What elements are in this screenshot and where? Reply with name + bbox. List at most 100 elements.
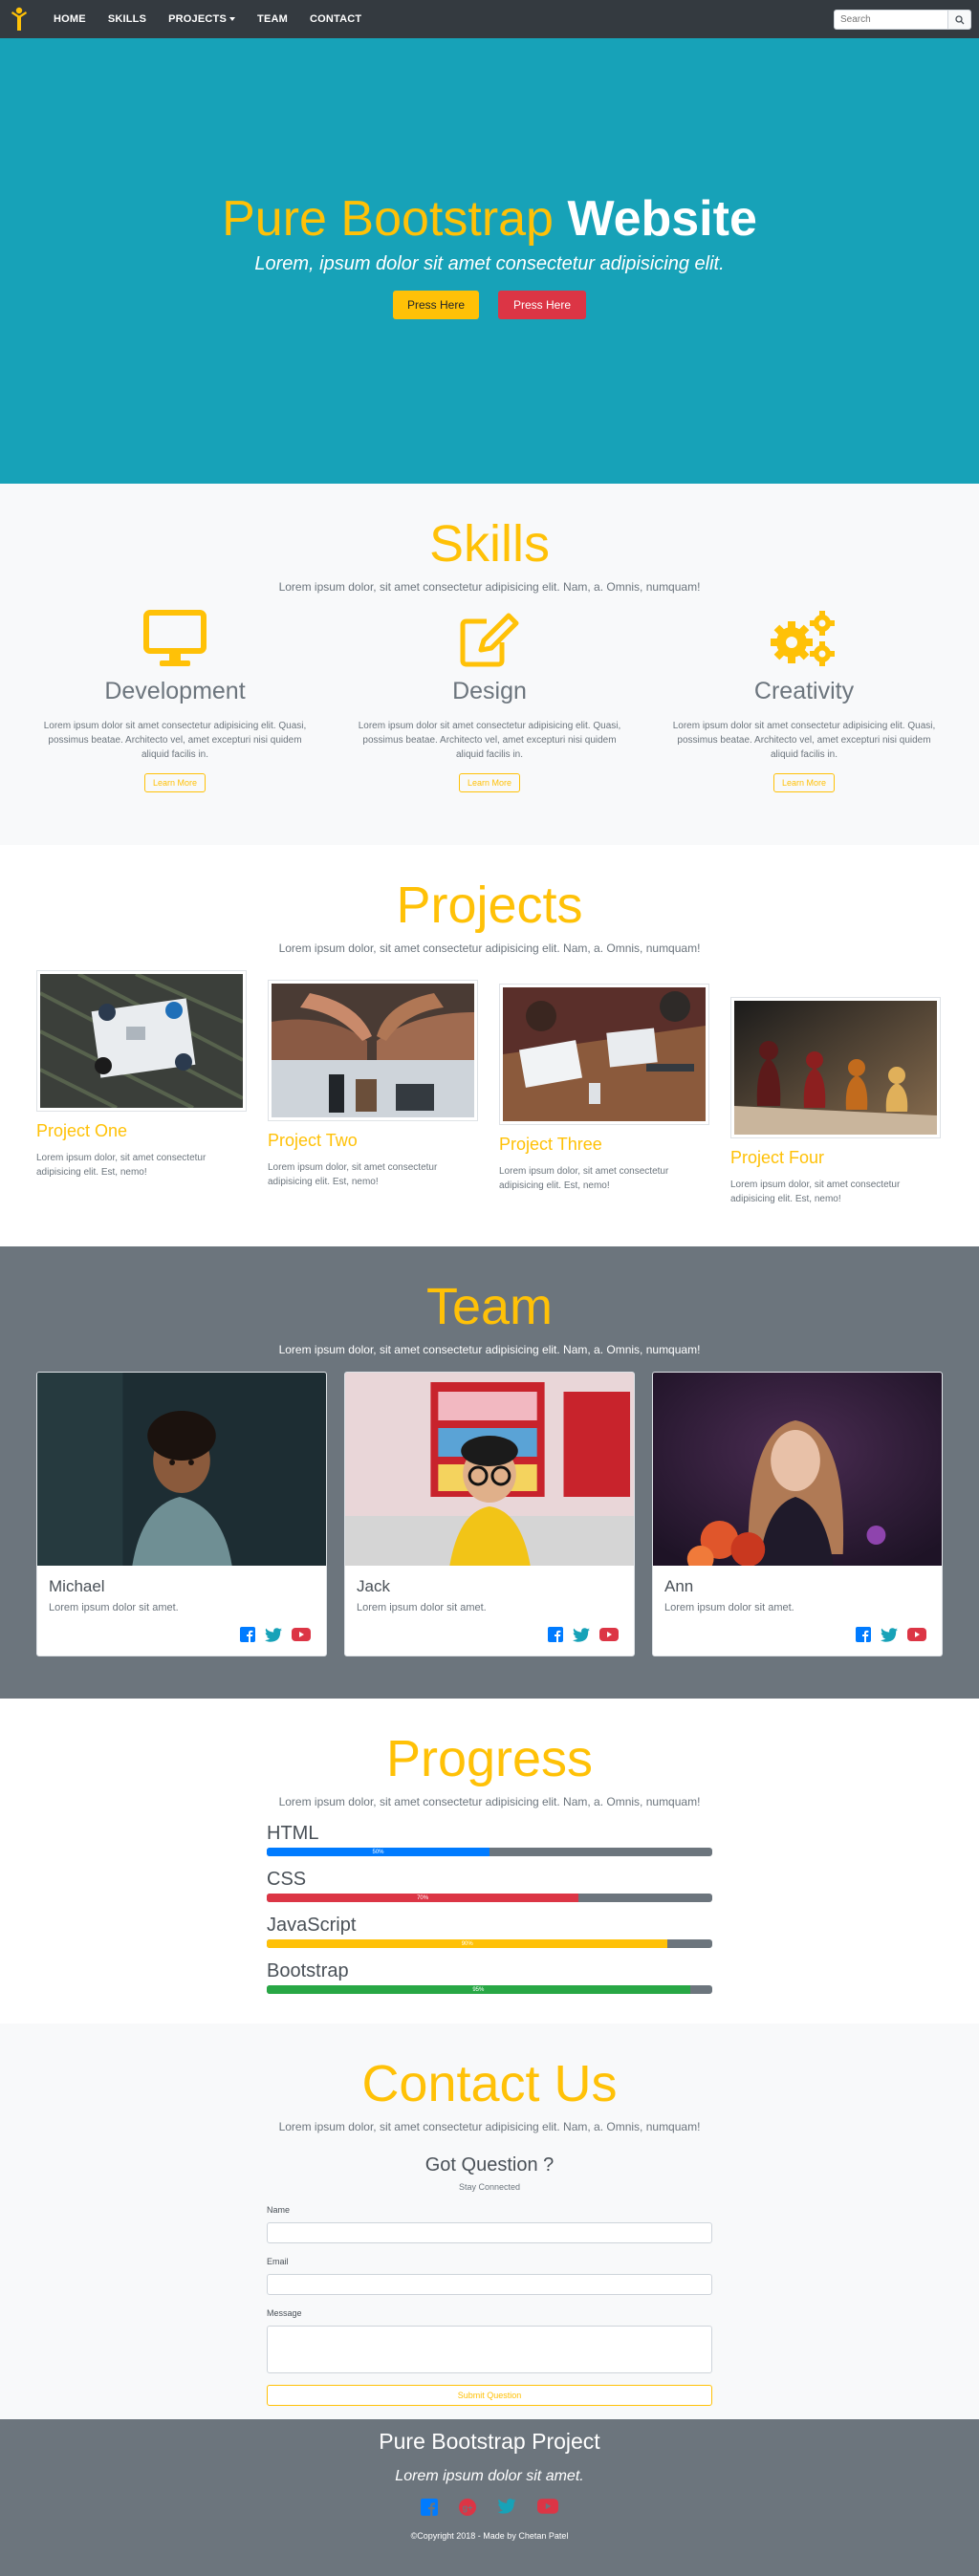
twitter-icon[interactable] bbox=[497, 2499, 516, 2514]
copyright: ©Copyright 2018 - Made by Chetan Patel bbox=[410, 2531, 569, 2541]
google-plus-icon[interactable]: g+ bbox=[459, 2499, 476, 2516]
contact-section: Contact Us Lorem ipsum dolor, sit amet c… bbox=[0, 2024, 979, 2419]
team-card: Michael Lorem ipsum dolor sit amet. bbox=[36, 1372, 327, 1657]
team-title: Team bbox=[425, 1278, 554, 1335]
team-photo bbox=[653, 1373, 942, 1567]
team-card-body: Ann Lorem ipsum dolor sit amet. bbox=[653, 1566, 942, 1656]
footer: Pure Bootstrap Project Lorem ipsum dolor… bbox=[0, 2419, 979, 2576]
skill-card: Design Lorem ipsum dolor sit amet consec… bbox=[351, 607, 628, 793]
progress-list: HTML 50% CSS 70% JavaScript 90% Bootstra… bbox=[267, 1824, 712, 1995]
team-socials bbox=[240, 1627, 311, 1643]
project-title: Project Four bbox=[730, 1148, 825, 1168]
hero-title: Pure Bootstrap Website bbox=[222, 194, 757, 244]
name-field[interactable] bbox=[267, 2222, 712, 2244]
learn-more-button[interactable]: Learn More bbox=[143, 773, 207, 793]
form-title: Got Question ? bbox=[424, 2154, 555, 2176]
twitter-icon[interactable] bbox=[881, 1628, 898, 1642]
hero-primary-button[interactable]: Press Here bbox=[392, 290, 479, 319]
footer-socials: g+ bbox=[0, 2499, 979, 2516]
footer-title: Pure Bootstrap Project bbox=[379, 2429, 600, 2454]
contact-subtitle: Lorem ipsum dolor, sit amet consectetur … bbox=[278, 2120, 701, 2134]
search-icon bbox=[954, 14, 964, 24]
project-image[interactable] bbox=[36, 970, 247, 1113]
message-field[interactable] bbox=[267, 2326, 712, 2374]
team-section: Team Lorem ipsum dolor, sit amet consect… bbox=[0, 1246, 979, 1699]
brand-logo-icon[interactable] bbox=[10, 6, 29, 32]
nav-skills[interactable]: SKILLS bbox=[108, 13, 146, 25]
skills-section: Skills Lorem ipsum dolor, sit amet conse… bbox=[0, 484, 979, 845]
progress-section: Progress Lorem ipsum dolor, sit amet con… bbox=[0, 1699, 979, 2024]
facebook-icon[interactable] bbox=[240, 1627, 255, 1643]
twitter-icon[interactable] bbox=[265, 1628, 282, 1642]
project-image[interactable] bbox=[268, 980, 478, 1122]
project-text: Lorem ipsum dolor, sit amet consectetur … bbox=[730, 1180, 901, 1205]
facebook-icon[interactable] bbox=[856, 1627, 871, 1643]
skills-row: Development Lorem ipsum dolor sit amet c… bbox=[0, 607, 979, 793]
progress-label: Bootstrap bbox=[267, 1960, 349, 1982]
youtube-icon[interactable] bbox=[599, 1628, 619, 1642]
team-member-text: Lorem ipsum dolor sit amet. bbox=[664, 1602, 794, 1614]
facebook-icon[interactable] bbox=[548, 1627, 563, 1643]
youtube-icon[interactable] bbox=[537, 2499, 558, 2514]
skill-title: Design bbox=[452, 678, 527, 705]
name-label: Name bbox=[267, 2205, 291, 2216]
youtube-icon[interactable] bbox=[907, 1628, 926, 1642]
nav-home[interactable]: HOME bbox=[54, 13, 86, 25]
progress-item: JavaScript 90% bbox=[267, 1916, 712, 1949]
nav-projects-dropdown[interactable]: PROJECTS bbox=[168, 13, 236, 25]
skill-text: Lorem ipsum dolor sit amet consectetur a… bbox=[672, 721, 936, 761]
skill-title: Development bbox=[104, 678, 246, 705]
project-title: Project Two bbox=[268, 1131, 358, 1151]
project-image[interactable] bbox=[730, 997, 941, 1139]
hero-title-light: Pure Bootstrap bbox=[222, 190, 554, 247]
contact-form: Got Question ? Stay Connected Name Email… bbox=[267, 2154, 712, 2407]
progress-fill: 50% bbox=[267, 1848, 490, 1857]
project-image[interactable] bbox=[499, 984, 709, 1126]
progress-item: Bootstrap 95% bbox=[267, 1960, 712, 1995]
nav-team[interactable]: TEAM bbox=[257, 13, 288, 25]
nav-projects-label: PROJECTS bbox=[168, 13, 228, 25]
progress-bar: 70% bbox=[267, 1894, 712, 1903]
project-text: Lorem ipsum dolor, sit amet consectetur … bbox=[268, 1162, 438, 1188]
search-button[interactable] bbox=[948, 10, 971, 30]
search-input[interactable] bbox=[834, 10, 948, 30]
message-label: Message bbox=[267, 2308, 302, 2319]
team-photo bbox=[345, 1373, 634, 1567]
hero-buttons: Press Here Press Here bbox=[392, 290, 587, 319]
progress-fill: 70% bbox=[267, 1894, 579, 1903]
learn-more-button[interactable]: Learn More bbox=[772, 773, 836, 793]
project-card: Project Three Lorem ipsum dolor, sit ame… bbox=[499, 984, 711, 1193]
email-field[interactable] bbox=[267, 2274, 712, 2296]
team-member-name: Ann bbox=[664, 1577, 694, 1596]
svg-text:g+: g+ bbox=[463, 2503, 473, 2513]
facebook-icon[interactable] bbox=[421, 2499, 438, 2516]
progress-fill: 95% bbox=[267, 1985, 690, 1995]
nav-links: HOME SKILLS PROJECTS TEAM CONTACT bbox=[54, 13, 383, 25]
progress-item: HTML 50% bbox=[267, 1824, 712, 1857]
cogs-icon bbox=[665, 607, 943, 672]
progress-bar: 90% bbox=[267, 1939, 712, 1949]
team-member-name: Jack bbox=[357, 1577, 390, 1596]
hero-secondary-button[interactable]: Press Here bbox=[498, 290, 587, 319]
project-card: Project Four Lorem ipsum dolor, sit amet… bbox=[730, 997, 943, 1206]
progress-fill: 90% bbox=[267, 1939, 668, 1949]
hero-title-bold: Website bbox=[567, 190, 757, 247]
skills-subtitle: Lorem ipsum dolor, sit amet consectetur … bbox=[278, 580, 701, 595]
projects-subtitle: Lorem ipsum dolor, sit amet consectetur … bbox=[278, 942, 701, 956]
learn-more-button[interactable]: Learn More bbox=[458, 773, 521, 793]
team-card-body: Michael Lorem ipsum dolor sit amet. bbox=[37, 1566, 326, 1656]
skill-card: Development Lorem ipsum dolor sit amet c… bbox=[36, 607, 314, 793]
team-row: Michael Lorem ipsum dolor sit amet. Jack… bbox=[0, 1372, 979, 1657]
team-subtitle: Lorem ipsum dolor, sit amet consectetur … bbox=[278, 1343, 701, 1357]
desktop-icon bbox=[36, 607, 314, 672]
email-label: Email bbox=[267, 2257, 289, 2267]
youtube-icon[interactable] bbox=[292, 1628, 311, 1642]
skill-text: Lorem ipsum dolor sit amet consectetur a… bbox=[358, 721, 621, 761]
caret-down-icon bbox=[229, 17, 236, 21]
twitter-icon[interactable] bbox=[573, 1628, 590, 1642]
submit-question-button[interactable]: Submit Question bbox=[267, 2385, 712, 2407]
form-subtitle: Stay Connected bbox=[458, 2182, 521, 2193]
skill-text: Lorem ipsum dolor sit amet consectetur a… bbox=[43, 721, 307, 761]
skills-title: Skills bbox=[428, 515, 550, 573]
nav-contact[interactable]: CONTACT bbox=[310, 13, 361, 25]
